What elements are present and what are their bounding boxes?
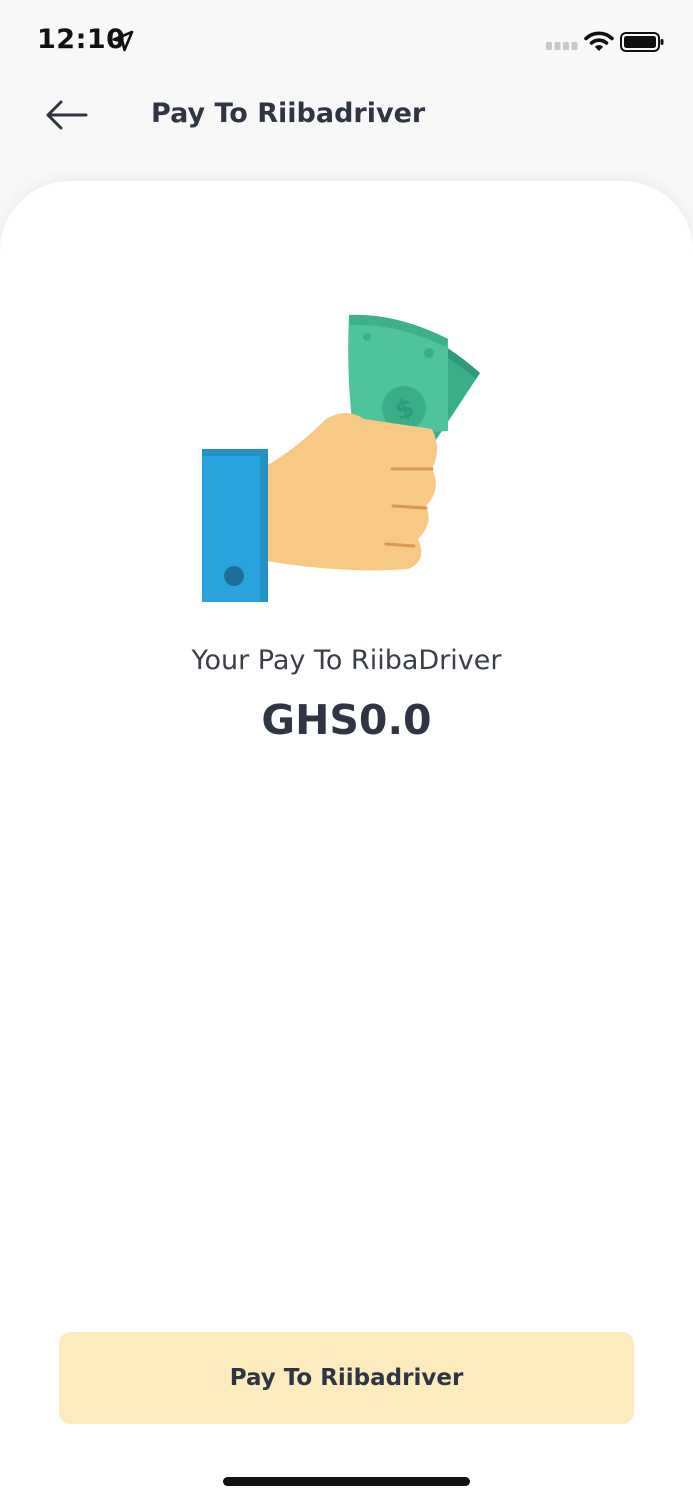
content-card: $ Your Pay To RiibaDriver GHS0.0 Pay To … (0, 181, 693, 1500)
battery-icon (620, 32, 664, 52)
hand-holding-cash-icon: $ (202, 314, 480, 602)
pay-amount: GHS0.0 (261, 696, 432, 744)
cellular-signal-icon (546, 42, 578, 50)
back-button[interactable] (34, 92, 98, 138)
nav-bar: Pay To Riibadriver (0, 84, 693, 146)
status-bar: 12:10 (0, 0, 693, 84)
arrow-left-icon (46, 100, 88, 130)
pay-label: Your Pay To RiibaDriver (191, 645, 502, 676)
pay-to-driver-button[interactable]: Pay To Riibadriver (59, 1332, 634, 1424)
wifi-icon (584, 31, 614, 51)
page-title: Pay To Riibadriver (151, 98, 426, 129)
home-indicator (223, 1477, 470, 1486)
location-arrow-icon (112, 30, 134, 52)
